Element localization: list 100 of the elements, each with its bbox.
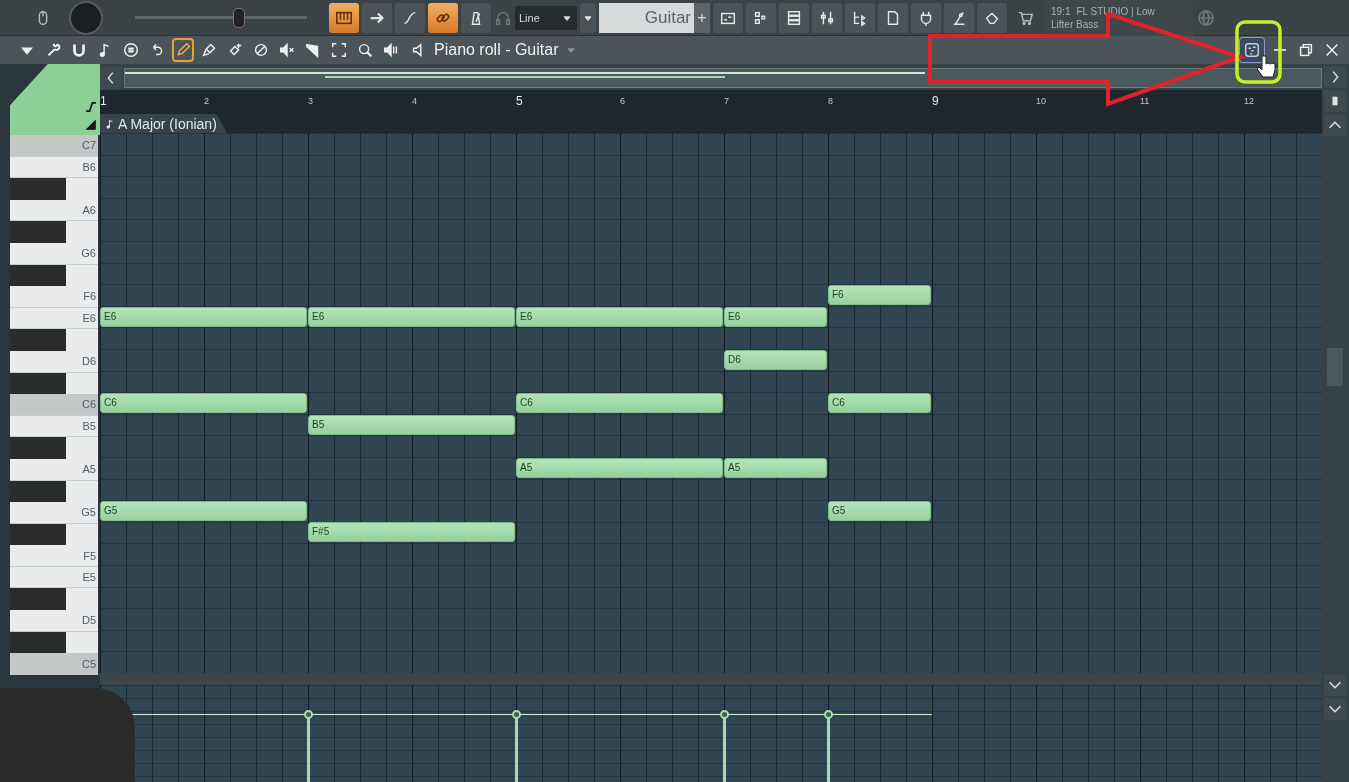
link-button[interactable] [428,2,458,33]
channel-selector[interactable]: Guitar [599,2,695,33]
bar-number: 2 [204,96,210,106]
piano-key[interactable]: F5 [10,545,98,567]
step-sequencer-button[interactable] [746,2,776,33]
note[interactable]: E6 [308,306,515,327]
piano-key[interactable]: E6 [10,307,98,330]
brush-icon [200,41,218,59]
note-grid[interactable]: F6 E6 E6 E6 E6 D6 C6 C6 C6 B5 A5 A5 G5 G5 F#5 [100,133,1322,673]
scroll-up-button[interactable] [1324,114,1346,136]
pedal-button[interactable] [944,2,974,33]
note[interactable]: C6 [516,392,723,413]
detach-button[interactable] [1239,37,1265,63]
triangle-icon [84,117,98,133]
key-label: G6 [81,247,97,260]
metronome-button[interactable] [461,2,491,33]
scroll-down-button[interactable] [1324,674,1346,696]
piano-key[interactable]: E5 [10,566,98,589]
slide-button[interactable] [395,2,425,33]
piano-key[interactable]: C6 [10,394,98,416]
file-button[interactable] [878,2,908,33]
snap-value: Line [519,11,540,24]
bar-number: 4 [412,96,418,106]
note[interactable]: C6 [828,392,931,413]
sharp-key[interactable] [10,588,66,611]
key-label: B6 [82,160,97,173]
scroll-right-button[interactable] [1324,66,1346,88]
typing-keyboard-button[interactable] [329,2,359,33]
playlist-button[interactable] [779,2,809,33]
velocity-stem[interactable] [824,710,833,782]
close-icon [1323,41,1341,59]
note[interactable]: A5 [724,457,827,478]
note[interactable]: E6 [100,306,307,327]
bar-number: 7 [724,96,730,106]
note[interactable]: D6 [724,349,827,370]
channel-menu-button[interactable] [580,2,596,33]
note[interactable]: A5 [516,457,723,478]
scroll-left-button[interactable] [100,67,122,89]
note[interactable]: G5 [100,500,307,521]
notes-icon [1243,41,1261,59]
note[interactable]: F6 [828,284,931,305]
overview-menu-button[interactable] [1324,90,1346,112]
scale-tab[interactable]: A Major (Ionian) [100,114,227,133]
note[interactable]: E6 [516,306,723,327]
velocity-stem[interactable] [720,710,729,782]
piano-key[interactable]: G5 [10,502,98,524]
note[interactable]: B5 [308,414,515,435]
sharp-key[interactable] [10,480,66,503]
bar-number: 5 [516,94,524,108]
channel-name: Guitar [644,7,691,28]
sharp-key[interactable] [10,523,66,546]
draw-tool[interactable] [172,38,194,62]
sharp-key[interactable] [10,372,66,395]
key-label: G5 [81,506,97,519]
velocity-stem[interactable] [512,710,521,782]
key-label: A5 [82,463,97,476]
globe-icon [1196,7,1216,28]
velocity-menu-button[interactable] [1324,698,1346,720]
key-label: C7 [81,139,97,152]
mixer-button[interactable] [812,2,842,33]
piano-key[interactable]: F6 [10,286,98,308]
browser-button[interactable] [845,2,875,33]
sharp-key[interactable] [10,264,66,287]
key-label: D6 [81,355,97,368]
bar-number: 3 [308,96,314,106]
piano-key[interactable]: G6 [10,242,98,265]
note[interactable]: G5 [828,500,931,521]
piano-key[interactable]: B6 [10,156,98,179]
step-edit-button[interactable] [362,2,392,33]
note[interactable]: C6 [100,392,307,413]
piano-key[interactable]: B5 [10,415,98,438]
scroll-overview[interactable] [124,68,1322,88]
velocity-stem[interactable] [304,710,313,782]
key-label: F6 [83,290,97,303]
piano-key[interactable]: A5 [10,458,98,481]
sharp-key[interactable] [10,631,66,654]
mute-icon [278,41,296,59]
plugin-button[interactable] [911,2,941,33]
piano-key[interactable]: D6 [10,350,98,373]
piano-key[interactable]: A6 [10,199,98,222]
key-label: E6 [82,312,97,325]
snap-dropdown[interactable]: Line [515,5,577,30]
hint-text: Lifter Bass [1051,18,1100,30]
menu-icon [122,41,140,59]
add-channel-button[interactable]: + [694,2,710,33]
piano-key[interactable]: C5 [10,653,98,675]
key-label: D5 [81,614,97,627]
delete-icon [252,41,270,59]
key-label: E5 [82,571,97,584]
key-label: B5 [82,420,97,432]
bar-number: 1 [100,94,108,108]
piano-key[interactable]: C7 [10,135,98,157]
bar-number: 11 [1140,96,1151,106]
hand-cursor-icon [1256,55,1276,78]
highlight-annotation [1235,20,1282,84]
pattern-button[interactable] [713,2,743,33]
window-title-menu[interactable]: Piano roll - Guitar [410,41,577,59]
note[interactable]: E6 [724,306,827,327]
piano-key[interactable]: D5 [10,610,98,632]
note[interactable]: F#5 [308,522,515,543]
